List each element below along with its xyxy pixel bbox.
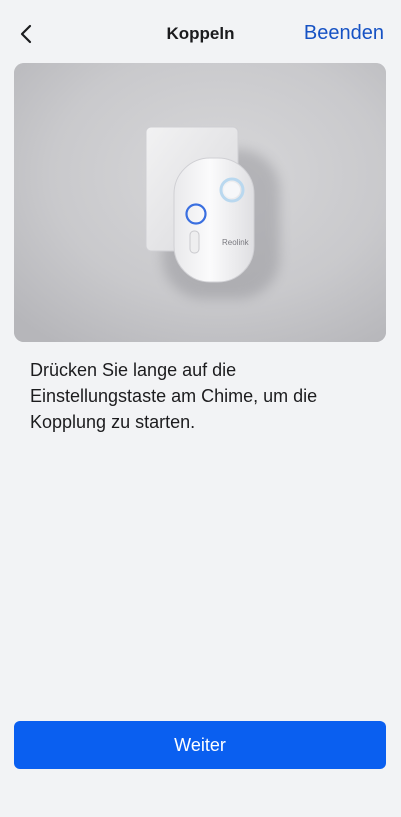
- next-button[interactable]: Weiter: [14, 721, 386, 769]
- instruction-text: Drücken Sie lange auf die Einstellungsta…: [30, 360, 318, 432]
- device-brand-label: Reolink: [222, 238, 250, 247]
- navigation-bar: Koppeln Beenden: [0, 0, 401, 64]
- done-button[interactable]: Beenden: [304, 22, 384, 45]
- chime-plugged-in-illustration: Reolink: [14, 63, 386, 342]
- chime-device-image: Reolink: [14, 63, 386, 342]
